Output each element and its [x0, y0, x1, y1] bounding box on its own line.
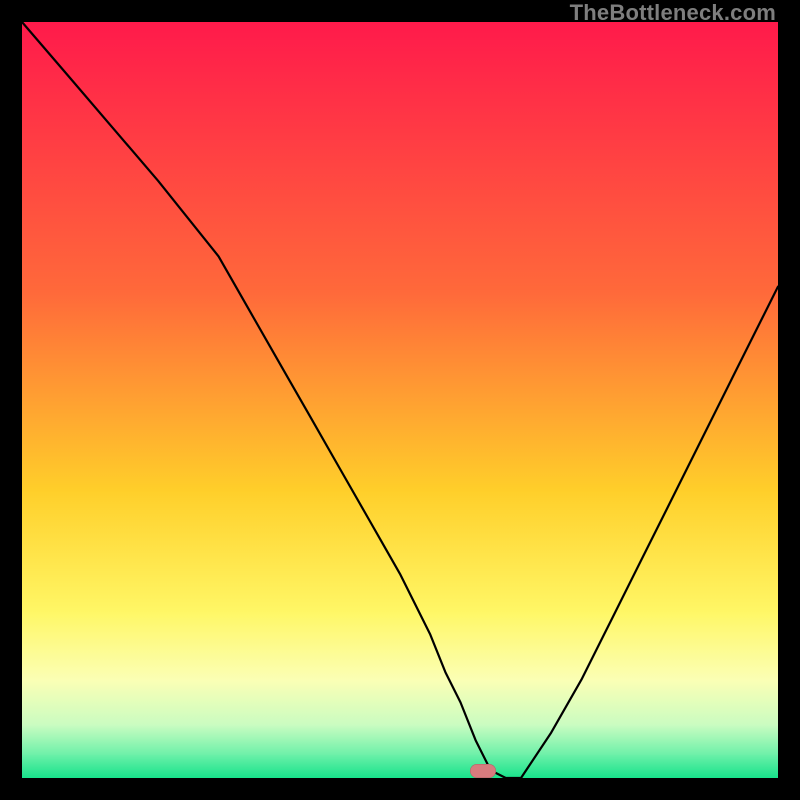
watermark-text: TheBottleneck.com: [570, 0, 776, 26]
optimum-marker: [470, 764, 496, 778]
plot-area: [22, 22, 778, 778]
bottleneck-curve: [22, 22, 778, 778]
chart-frame: TheBottleneck.com: [0, 0, 800, 800]
